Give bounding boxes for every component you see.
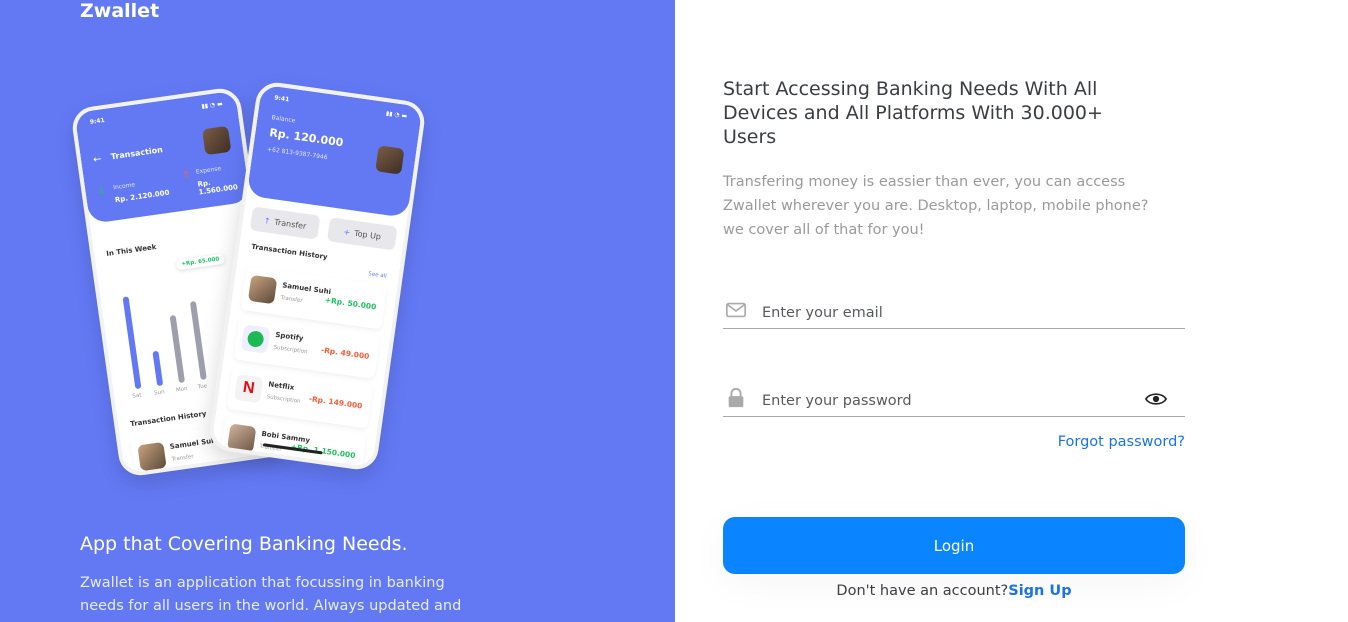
no-account-text: Don't have an account? bbox=[836, 583, 1009, 599]
see-all-link: See all bbox=[367, 271, 387, 280]
status-icons: ▮▮ ◔ ▬ bbox=[201, 100, 224, 111]
expense-label: Expense bbox=[195, 165, 222, 176]
income-label: Income bbox=[112, 181, 136, 192]
phone-time: 9:41 bbox=[89, 116, 106, 126]
phone-time: 9:41 bbox=[273, 94, 290, 104]
eye-icon[interactable] bbox=[1145, 391, 1167, 407]
avatar bbox=[201, 125, 232, 156]
left-description: Zwallet is an application that focussing… bbox=[80, 575, 462, 614]
expense-value: Rp. 1.560.000 bbox=[197, 178, 239, 197]
row-sub: Subscription bbox=[273, 344, 308, 356]
arrow-up-icon: ↑ bbox=[263, 215, 272, 226]
avatar bbox=[137, 441, 167, 472]
forgot-password-link[interactable]: Forgot password? bbox=[1040, 434, 1185, 450]
row-amount: -Rp. 49.000 bbox=[320, 345, 370, 362]
row-name: Netflix bbox=[267, 380, 295, 392]
signup-link[interactable]: Sign Up bbox=[1008, 583, 1071, 599]
row-name: Spotify bbox=[274, 330, 304, 343]
password-input[interactable] bbox=[762, 389, 1142, 413]
chart-day-label: Tue bbox=[197, 383, 208, 391]
mail-icon bbox=[726, 302, 746, 318]
spotify-icon bbox=[240, 324, 271, 354]
history-label: Transaction History bbox=[250, 242, 329, 262]
row-amount: -Rp. 149.000 bbox=[308, 394, 363, 411]
chart-bar bbox=[169, 314, 186, 384]
row-sub: Subscription bbox=[266, 394, 301, 405]
row-sub: Transfer bbox=[171, 453, 195, 463]
password-field bbox=[723, 383, 1185, 417]
chart-day-label: Sun bbox=[153, 389, 166, 397]
balance-value: Rp. 120.000 bbox=[268, 126, 345, 150]
page-title: Start Accessing Banking Needs With All D… bbox=[723, 78, 1103, 148]
topup-label: Top Up bbox=[353, 228, 382, 241]
balance-label: Balance bbox=[271, 114, 296, 125]
transfer-label: Transfer bbox=[273, 217, 307, 231]
status-icons: ▮▮ ◔ ▬ bbox=[385, 110, 408, 120]
page-description: Transfering money is eassier than ever, … bbox=[723, 174, 1149, 238]
avatar bbox=[375, 145, 405, 175]
chart-bar bbox=[122, 295, 142, 390]
transfer-button: ↑ Transfer bbox=[249, 206, 321, 240]
week-label: In This Week bbox=[105, 242, 157, 258]
income-value: Rp. 2.120.000 bbox=[114, 188, 170, 205]
row-name: Bobi Sammy bbox=[260, 429, 311, 445]
history-label: Transaction History bbox=[129, 409, 207, 429]
back-arrow-icon: ← bbox=[92, 153, 103, 166]
chart-bar bbox=[152, 350, 164, 387]
left-panel: Zwallet 9:41 ▮▮ ◔ ▬ ← Transaction ↓ Inco… bbox=[0, 0, 675, 622]
avatar bbox=[227, 423, 257, 453]
lock-icon bbox=[728, 387, 744, 408]
email-field bbox=[723, 295, 1185, 329]
chart-day-label: Mon bbox=[175, 386, 188, 394]
chart-day-label: Sat bbox=[132, 392, 142, 400]
login-button[interactable]: Login bbox=[723, 517, 1185, 574]
row-amount: +Rp. 50.000 bbox=[324, 295, 377, 312]
topup-button: + Top Up bbox=[326, 217, 398, 251]
phone-number: +62 813-9387-7946 bbox=[266, 145, 328, 162]
row-sub: Transfer bbox=[280, 295, 303, 305]
email-input[interactable] bbox=[762, 301, 1142, 325]
phone-header: 9:41 ▮▮ ◔ ▬ Balance Rp. 120.000 +62 813-… bbox=[246, 84, 423, 218]
plus-icon: + bbox=[343, 226, 351, 237]
arrow-up-icon: ↑ bbox=[181, 169, 192, 182]
arrow-down-icon: ↓ bbox=[96, 185, 107, 198]
signup-prompt: Don't have an account?Sign Up bbox=[723, 583, 1185, 599]
brand-logo: Zwallet bbox=[80, 0, 160, 22]
chart-bar bbox=[189, 300, 207, 381]
netflix-icon: N bbox=[233, 373, 264, 404]
phone-header-title: Transaction bbox=[110, 145, 164, 162]
row-name: Samuel Suhi bbox=[281, 281, 332, 297]
phone-header: 9:41 ▮▮ ◔ ▬ ← Transaction ↓ Income Rp. 2… bbox=[74, 90, 251, 224]
left-title: App that Covering Banking Needs. bbox=[80, 533, 408, 555]
avatar bbox=[247, 274, 278, 305]
